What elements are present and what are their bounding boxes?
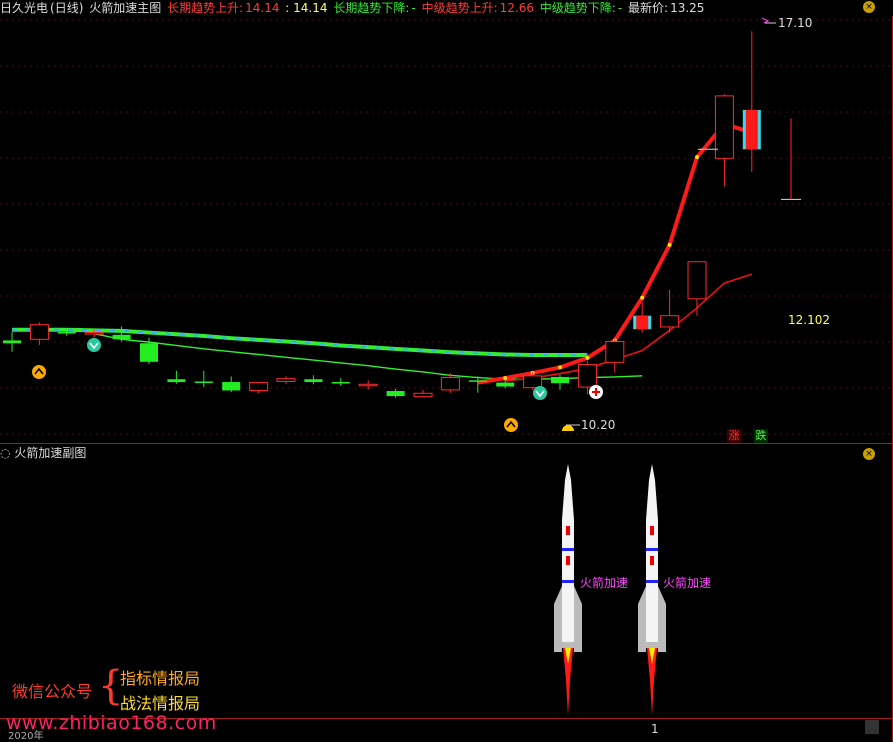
candle-body	[167, 379, 186, 383]
candle	[167, 370, 186, 384]
candle-body	[523, 375, 543, 389]
rocket-booster	[658, 586, 666, 652]
candle	[742, 31, 761, 172]
candle-body	[714, 95, 734, 159]
rocket-stripe	[566, 556, 570, 565]
watermark-line1: 指标情报局	[120, 669, 201, 688]
rocket-stripe	[650, 556, 654, 565]
candle-body	[468, 380, 487, 382]
low-price-label: 10.20	[581, 418, 615, 432]
candle-body-inner	[745, 109, 758, 150]
fall-toggle[interactable]: 跌	[754, 429, 768, 443]
ma-value-label: 12.102	[788, 313, 830, 327]
buy-signal-icon	[504, 418, 518, 432]
ma-dot	[640, 295, 645, 300]
candle-body	[687, 261, 707, 300]
candle	[660, 289, 680, 333]
candle	[29, 322, 49, 345]
ma-dot	[695, 155, 699, 160]
rocket-band	[562, 580, 574, 583]
sell-signal-icon	[87, 338, 101, 352]
candle-body	[140, 343, 158, 362]
rocket-booster	[638, 586, 646, 652]
rocket-band	[562, 548, 574, 551]
candle-body	[276, 378, 296, 382]
ma-dot	[585, 355, 590, 360]
candle	[413, 389, 433, 398]
ma-mid-line	[505, 273, 753, 382]
chart-canvas: 17.10 10.20 12.102 火箭加速 火箭加速	[0, 16, 893, 741]
candle	[222, 376, 241, 393]
rocket-nozzle	[646, 642, 658, 648]
candle-body	[605, 341, 625, 363]
candle-body	[496, 382, 515, 387]
candle-body	[112, 334, 131, 340]
rocket-stripe	[650, 526, 654, 535]
rocket-label: 火箭加速	[580, 575, 628, 590]
rocket-stage	[646, 590, 658, 642]
grid	[0, 19, 893, 435]
footer-date: 2020年	[8, 731, 44, 742]
rocket-label: 火箭加速	[663, 575, 711, 590]
candle	[276, 376, 296, 385]
candle-body	[3, 340, 21, 344]
candle-body	[440, 377, 460, 391]
rocket-booster	[574, 586, 582, 652]
candle	[3, 332, 21, 352]
plus-signal-icon	[589, 385, 603, 399]
candle	[386, 388, 405, 398]
rocket-nozzle	[562, 642, 574, 648]
sell-signal-icon	[533, 386, 547, 400]
rocket-band	[646, 580, 658, 583]
half-sun-icon	[562, 425, 574, 431]
candle-body	[249, 382, 269, 391]
candle	[249, 382, 269, 394]
high-price-marker: 17.10	[761, 16, 812, 30]
candle-body	[194, 381, 213, 383]
rocket-band	[646, 548, 658, 551]
candle-body	[358, 383, 378, 387]
candle	[714, 94, 734, 187]
watermark-line2: 战法情报局	[120, 694, 201, 713]
candle-body	[577, 364, 597, 388]
ma-dot	[667, 242, 672, 247]
ma-dot	[558, 365, 562, 370]
candle-body	[304, 379, 323, 383]
rocket-booster	[554, 586, 562, 652]
rocket-stage	[562, 590, 574, 642]
ma-mid-dots	[503, 122, 754, 381]
candle	[468, 376, 487, 393]
rocket-icon	[638, 464, 666, 716]
rocket-stripe	[566, 526, 570, 535]
candle-body	[660, 315, 680, 328]
rise-toggle[interactable]: 涨	[727, 429, 741, 443]
buy-signal-icon	[32, 365, 46, 379]
candle	[112, 326, 131, 342]
watermark-wechat: 微信公众号	[12, 682, 93, 701]
candle	[687, 261, 707, 316]
candle-body	[386, 391, 405, 397]
candle-body-inner	[636, 315, 649, 330]
candle-body	[29, 324, 49, 340]
rocket-icon	[554, 464, 582, 716]
candle	[605, 337, 625, 373]
candle-body	[331, 382, 350, 384]
candle-body	[413, 392, 433, 398]
candle-body	[551, 376, 569, 384]
candle	[331, 378, 350, 386]
candle	[304, 375, 323, 385]
candle	[194, 370, 213, 388]
candle-body	[222, 382, 241, 391]
candle-body	[84, 332, 104, 335]
cursor-label: 1	[651, 722, 659, 736]
candles	[3, 31, 761, 398]
high-price-label: 17.10	[778, 16, 812, 30]
scroll-handle[interactable]	[865, 720, 879, 734]
candle-body	[57, 332, 76, 334]
